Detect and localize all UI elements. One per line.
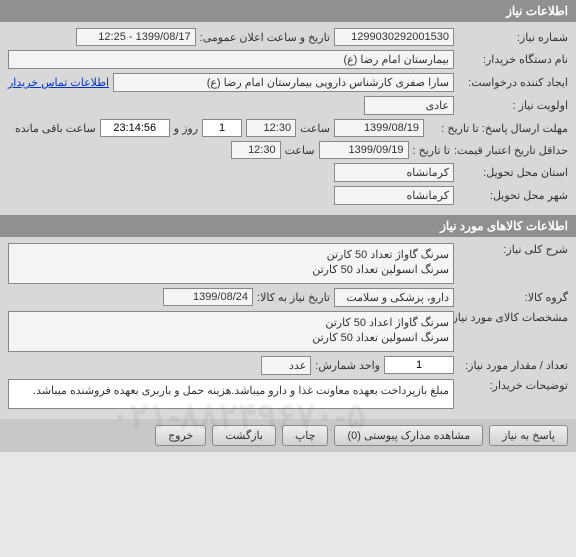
field-city: کرمانشاه <box>334 186 454 205</box>
attachments-button[interactable]: مشاهده مدارک پیوستی (0) <box>334 425 483 446</box>
label-min-validity: حداقل تاریخ اعتبار قیمت: <box>454 144 568 157</box>
field-general-desc: سرنگ گاواژ تعداد 50 کارتن سرنگ انسولین ت… <box>8 243 454 284</box>
label-province: استان محل تحویل: <box>458 166 568 179</box>
label-buyer-org: نام دستگاه خریدار: <box>458 53 568 66</box>
label-time1: ساعت <box>300 122 330 135</box>
label-days: روز و <box>174 122 198 135</box>
label-time2: ساعت <box>285 144 315 157</box>
label-creator: ایجاد کننده درخواست: <box>458 76 568 89</box>
print-button[interactable]: چاپ <box>282 425 329 446</box>
need-info-form: شماره نیاز: 1299030292001530 تاریخ و ساع… <box>0 22 576 215</box>
label-until: تا تاریخ : <box>413 144 450 157</box>
goods-info-form: شرح کلی نیاز: سرنگ گاواژ تعداد 50 کارتن … <box>0 237 576 419</box>
desc-line1: سرنگ گاواژ تعداد 50 کارتن <box>13 248 449 263</box>
field-priority: عادی <box>364 96 454 115</box>
field-need-date-to: 1399/08/24 <box>163 288 253 306</box>
label-remaining: ساعت باقی مانده <box>15 122 96 135</box>
field-buyer-notes: مبلغ بازپرداخت بعهده معاونت غذا و دارو م… <box>8 379 454 409</box>
field-deadline-date: 1399/08/19 <box>334 119 424 137</box>
label-need-no: شماره نیاز: <box>458 31 568 44</box>
section-header-need-info: اطلاعات نیاز <box>0 0 576 22</box>
label-unit: واحد شمارش: <box>315 359 380 372</box>
field-province: کرمانشاه <box>334 163 454 182</box>
link-contact-info[interactable]: اطلاعات تماس خریدار <box>8 76 109 89</box>
field-validity-time: 12:30 <box>231 141 281 159</box>
spec-line1: سرنگ گاواژ اعداد 50 کارتن <box>13 316 449 331</box>
field-announce-dt: 1399/08/17 - 12:25 <box>76 28 196 46</box>
button-row: پاسخ به نیاز مشاهده مدارک پیوستی (0) چاپ… <box>0 419 576 452</box>
exit-button[interactable]: خروج <box>155 425 206 446</box>
field-creator: سارا صفری کارشناس دارویی بیمارستان امام … <box>113 73 454 92</box>
field-qty: 1 <box>384 356 454 374</box>
label-qty: تعداد / مقدار مورد نیاز: <box>458 359 568 372</box>
label-goods-spec: مشخصات کالای مورد نیاز: <box>458 311 568 324</box>
label-buyer-notes: توضیحات خریدار: <box>458 379 568 392</box>
respond-button[interactable]: پاسخ به نیاز <box>489 425 568 446</box>
field-deadline-time: 12:30 <box>246 119 296 137</box>
field-days-left: 1 <box>202 119 242 137</box>
field-time-left: 23:14:56 <box>100 119 170 137</box>
field-goods-spec: سرنگ گاواژ اعداد 50 کارتن سرنگ انسولین ت… <box>8 311 454 352</box>
label-priority: اولویت نیاز : <box>458 99 568 112</box>
field-goods-group: دارو، پزشکی و سلامت <box>334 288 454 307</box>
desc-line2: سرنگ انسولین تعداد 50 کارتن <box>13 263 449 278</box>
field-buyer-org: بیمارستان امام رضا (ع) <box>8 50 454 69</box>
section-header-goods: اطلاعات کالاهای مورد نیاز <box>0 215 576 237</box>
spec-line2: سرنگ انسولین تعداد 50 کارتن <box>13 331 449 346</box>
label-general-desc: شرح کلی نیاز: <box>458 243 568 256</box>
label-deadline: مهلت ارسال پاسخ: تا تاریخ : <box>428 122 568 135</box>
back-button[interactable]: بازگشت <box>212 425 276 446</box>
field-unit: عدد <box>261 356 311 375</box>
label-goods-group: گروه کالا: <box>458 291 568 304</box>
field-need-no: 1299030292001530 <box>334 28 454 46</box>
label-city: شهر محل تحویل: <box>458 189 568 202</box>
field-validity-date: 1399/09/19 <box>319 141 409 159</box>
label-need-date-to: تاریخ نیاز به کالا: <box>257 291 330 304</box>
label-announce-dt: تاریخ و ساعت اعلان عمومی: <box>200 31 330 44</box>
